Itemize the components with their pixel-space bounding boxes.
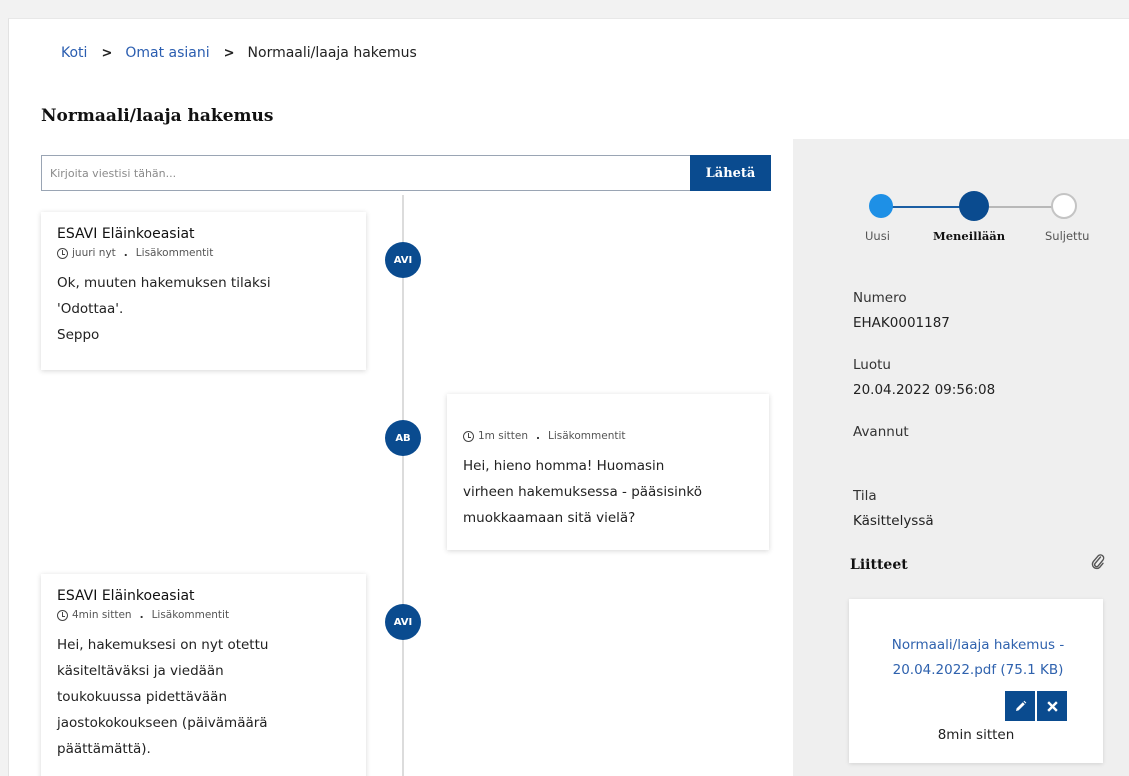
message-line: käsiteltäväksi ja viedään — [57, 663, 224, 679]
message-time: juuri nyt — [72, 247, 116, 259]
breadcrumb-home-link[interactable]: Koti — [61, 45, 87, 61]
message-line: Hei, hakemuksesi on nyt otettu — [57, 637, 269, 653]
step-closed-dot — [1051, 193, 1077, 219]
close-icon — [1046, 700, 1058, 712]
message-card: 1m sitten . Lisäkommentit Hei, hieno hom… — [447, 394, 769, 550]
message-line: jaostokokoukseen (päivämäärä — [57, 715, 268, 731]
message-line: Hei, hieno homma! Huomasin — [463, 458, 665, 474]
opened-label: Avannut — [853, 424, 909, 440]
number-label: Numero — [853, 290, 907, 306]
attachment-file-link[interactable]: Normaali/laaja hakemus - 20.04.2022.pdf … — [863, 633, 1093, 683]
message-line: Seppo — [57, 327, 100, 343]
step-new-label: Uusi — [865, 229, 890, 243]
attachments-title: Liitteet — [850, 557, 908, 573]
created-label: Luotu — [853, 357, 891, 373]
step-in-progress-dot — [959, 191, 989, 221]
pencil-icon — [1015, 700, 1026, 711]
message-line: 'Odottaa'. — [57, 301, 124, 317]
attachment-time: 8min sitten — [937, 727, 1015, 743]
state-value: Käsittelyssä — [853, 513, 934, 529]
message-author: ESAVI Eläinkoeasiat — [57, 588, 195, 604]
message-line: päättämättä). — [57, 741, 151, 757]
details-sidebar: Uusi Meneillään Suljettu Numero EHAK0001… — [793, 139, 1129, 776]
number-value: EHAK0001187 — [853, 315, 950, 331]
message-line: virheen hakemuksessa - pääsisinkö — [463, 484, 703, 500]
edit-attachment-button[interactable] — [1005, 691, 1035, 721]
message-time: 4min sitten — [72, 609, 132, 621]
breadcrumb-current: Normaali/laaja hakemus — [247, 45, 417, 61]
timeline-line — [402, 195, 404, 776]
status-stepper: Uusi Meneillään Suljettu — [793, 191, 1129, 251]
send-button[interactable]: Lähetä — [690, 155, 771, 191]
message-meta: 1m sitten . Lisäkommentit — [463, 430, 753, 442]
clock-icon — [57, 247, 68, 259]
message-input[interactable] — [41, 155, 690, 191]
avatar: AVI — [385, 604, 421, 640]
step-closed-label: Suljettu — [1045, 229, 1090, 243]
message-author: ESAVI Eläinkoeasiat — [57, 226, 195, 242]
message-text: Hei, hakemuksesi on nyt otettu käsiteltä… — [57, 632, 350, 762]
attachment-file-name: Normaali/laaja hakemus - — [891, 637, 1065, 653]
created-value: 20.04.2022 09:56:08 — [853, 382, 996, 398]
message-meta: juuri nyt . Lisäkommentit — [57, 247, 350, 259]
avatar: AB — [385, 420, 421, 456]
attachment-file-info: 20.04.2022.pdf (75.1 KB) — [892, 662, 1064, 678]
state-label: Tila — [853, 488, 877, 504]
page-title: Normaali/laaja hakemus — [41, 106, 274, 126]
clock-icon — [57, 609, 68, 621]
message-text: Hei, hieno homma! Huomasin virheen hakem… — [463, 453, 753, 531]
delete-attachment-button[interactable] — [1037, 691, 1067, 721]
chevron-right-icon: > — [101, 45, 113, 61]
message-text: Ok, muuten hakemuksen tilaksi 'Odottaa'.… — [57, 270, 350, 348]
attachment-card: Normaali/laaja hakemus - 20.04.2022.pdf … — [849, 599, 1103, 763]
message-time: 1m sitten — [478, 430, 528, 442]
message-line: toukokuussa pidettävään — [57, 689, 227, 705]
step-new-dot — [869, 194, 893, 218]
breadcrumb-my-matters-link[interactable]: Omat asiani — [125, 45, 209, 61]
paperclip-icon[interactable] — [1091, 553, 1105, 571]
message-card: ESAVI Eläinkoeasiat juuri nyt . Lisäkomm… — [41, 212, 366, 370]
message-line: muokkaamaan sitä vielä? — [463, 510, 636, 526]
message-meta: 4min sitten . Lisäkommentit — [57, 609, 350, 621]
clock-icon — [463, 430, 474, 442]
breadcrumb: Koti > Omat asiani > Normaali/laaja hake… — [61, 45, 417, 61]
page: Koti > Omat asiani > Normaali/laaja hake… — [8, 18, 1129, 776]
more-comments-link[interactable]: Lisäkommentit — [152, 609, 230, 621]
more-comments-link[interactable]: Lisäkommentit — [548, 430, 626, 442]
message-card: ESAVI Eläinkoeasiat 4min sitten . Lisäko… — [41, 574, 366, 776]
more-comments-link[interactable]: Lisäkommentit — [136, 247, 214, 259]
step-in-progress-label: Meneillään — [933, 229, 1006, 243]
message-line: Ok, muuten hakemuksen tilaksi — [57, 275, 271, 291]
avatar: AVI — [385, 242, 421, 278]
message-form: Lähetä — [41, 155, 771, 191]
chevron-right-icon: > — [223, 45, 235, 61]
